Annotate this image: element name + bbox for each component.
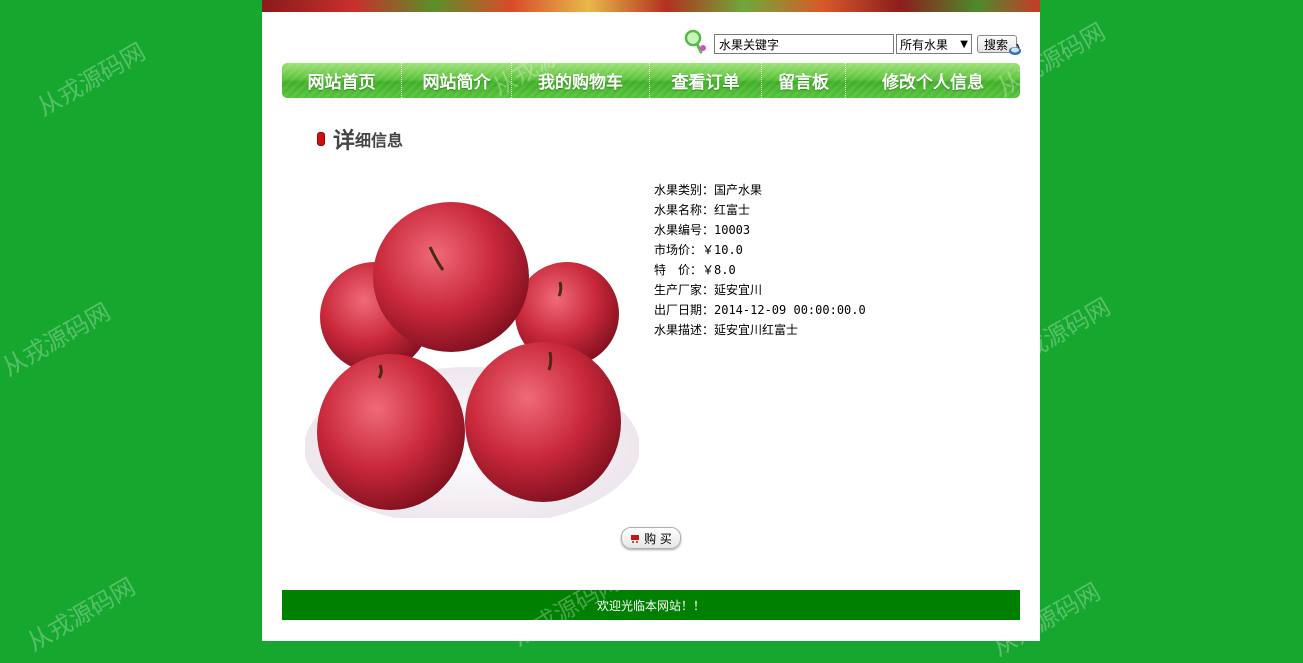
main-nav: 网站首页 网站简介 我的购物车 查看订单 留言板 修改个人信息: [282, 63, 1020, 98]
nav-item-intro[interactable]: 网站简介: [402, 63, 512, 98]
nav-item-profile[interactable]: 修改个人信息: [846, 63, 1020, 98]
section-title-big: 详: [333, 129, 356, 154]
detail-special-price: 特 价：￥8.0: [654, 263, 736, 277]
nav-item-messages[interactable]: 留言板: [762, 63, 846, 98]
section-title: 详 细信息: [317, 124, 403, 154]
detail-description: 水果描述：延安宜川红富士: [654, 323, 799, 337]
search-button[interactable]: 搜索: [977, 35, 1021, 55]
buy-button[interactable]: 购 买: [621, 527, 681, 549]
detail-id: 水果编号：10003: [654, 223, 751, 237]
search-bar: 水果关键字 所有水果 ▼ 搜索: [680, 28, 1025, 55]
product-details: 水果类别：国产水果 水果名称：红富士 水果编号：10003 市场价：￥10.0 …: [654, 180, 866, 340]
search-input[interactable]: 水果关键字: [714, 34, 894, 54]
detail-market-price: 市场价：￥10.0: [654, 243, 743, 257]
section-title-small: 细信息: [355, 131, 404, 150]
magnifier-icon: [684, 29, 706, 54]
watermark: 从戎源码网: [22, 572, 141, 657]
cart-icon: [631, 534, 640, 543]
chevron-down-icon: ▼: [960, 38, 968, 50]
nav-item-home[interactable]: 网站首页: [282, 63, 402, 98]
page-container: 水果关键字 所有水果 ▼ 搜索 网站首页 网站简介 我的购物车 查看订单 留言板…: [262, 0, 1040, 641]
detail-date: 出厂日期：2014-12-09 00:00:00.0: [654, 303, 866, 317]
nav-item-cart[interactable]: 我的购物车: [512, 63, 650, 98]
detail-category: 水果类别：国产水果: [654, 183, 763, 197]
fruit-category-select[interactable]: 所有水果 ▼: [896, 34, 972, 54]
nav-item-orders[interactable]: 查看订单: [650, 63, 762, 98]
watermark: 从戎源码网: [0, 297, 116, 382]
detail-name: 水果名称：红富士: [654, 203, 751, 217]
watermark: 从戎源码网: [32, 37, 151, 122]
detail-manufacturer: 生产厂家：延安宜川: [654, 283, 763, 297]
footer-text: 欢迎光临本网站！！: [596, 598, 705, 613]
pointer-icon: [1009, 43, 1021, 55]
search-button-label: 搜索: [984, 37, 1009, 52]
footer: 欢迎光临本网站！！: [282, 590, 1020, 620]
select-value: 所有水果: [900, 37, 949, 52]
product-image-apples: [305, 182, 639, 518]
buy-button-label: 购 买: [644, 531, 672, 546]
bullet-icon: [317, 132, 325, 146]
fruit-banner: [262, 0, 1040, 12]
